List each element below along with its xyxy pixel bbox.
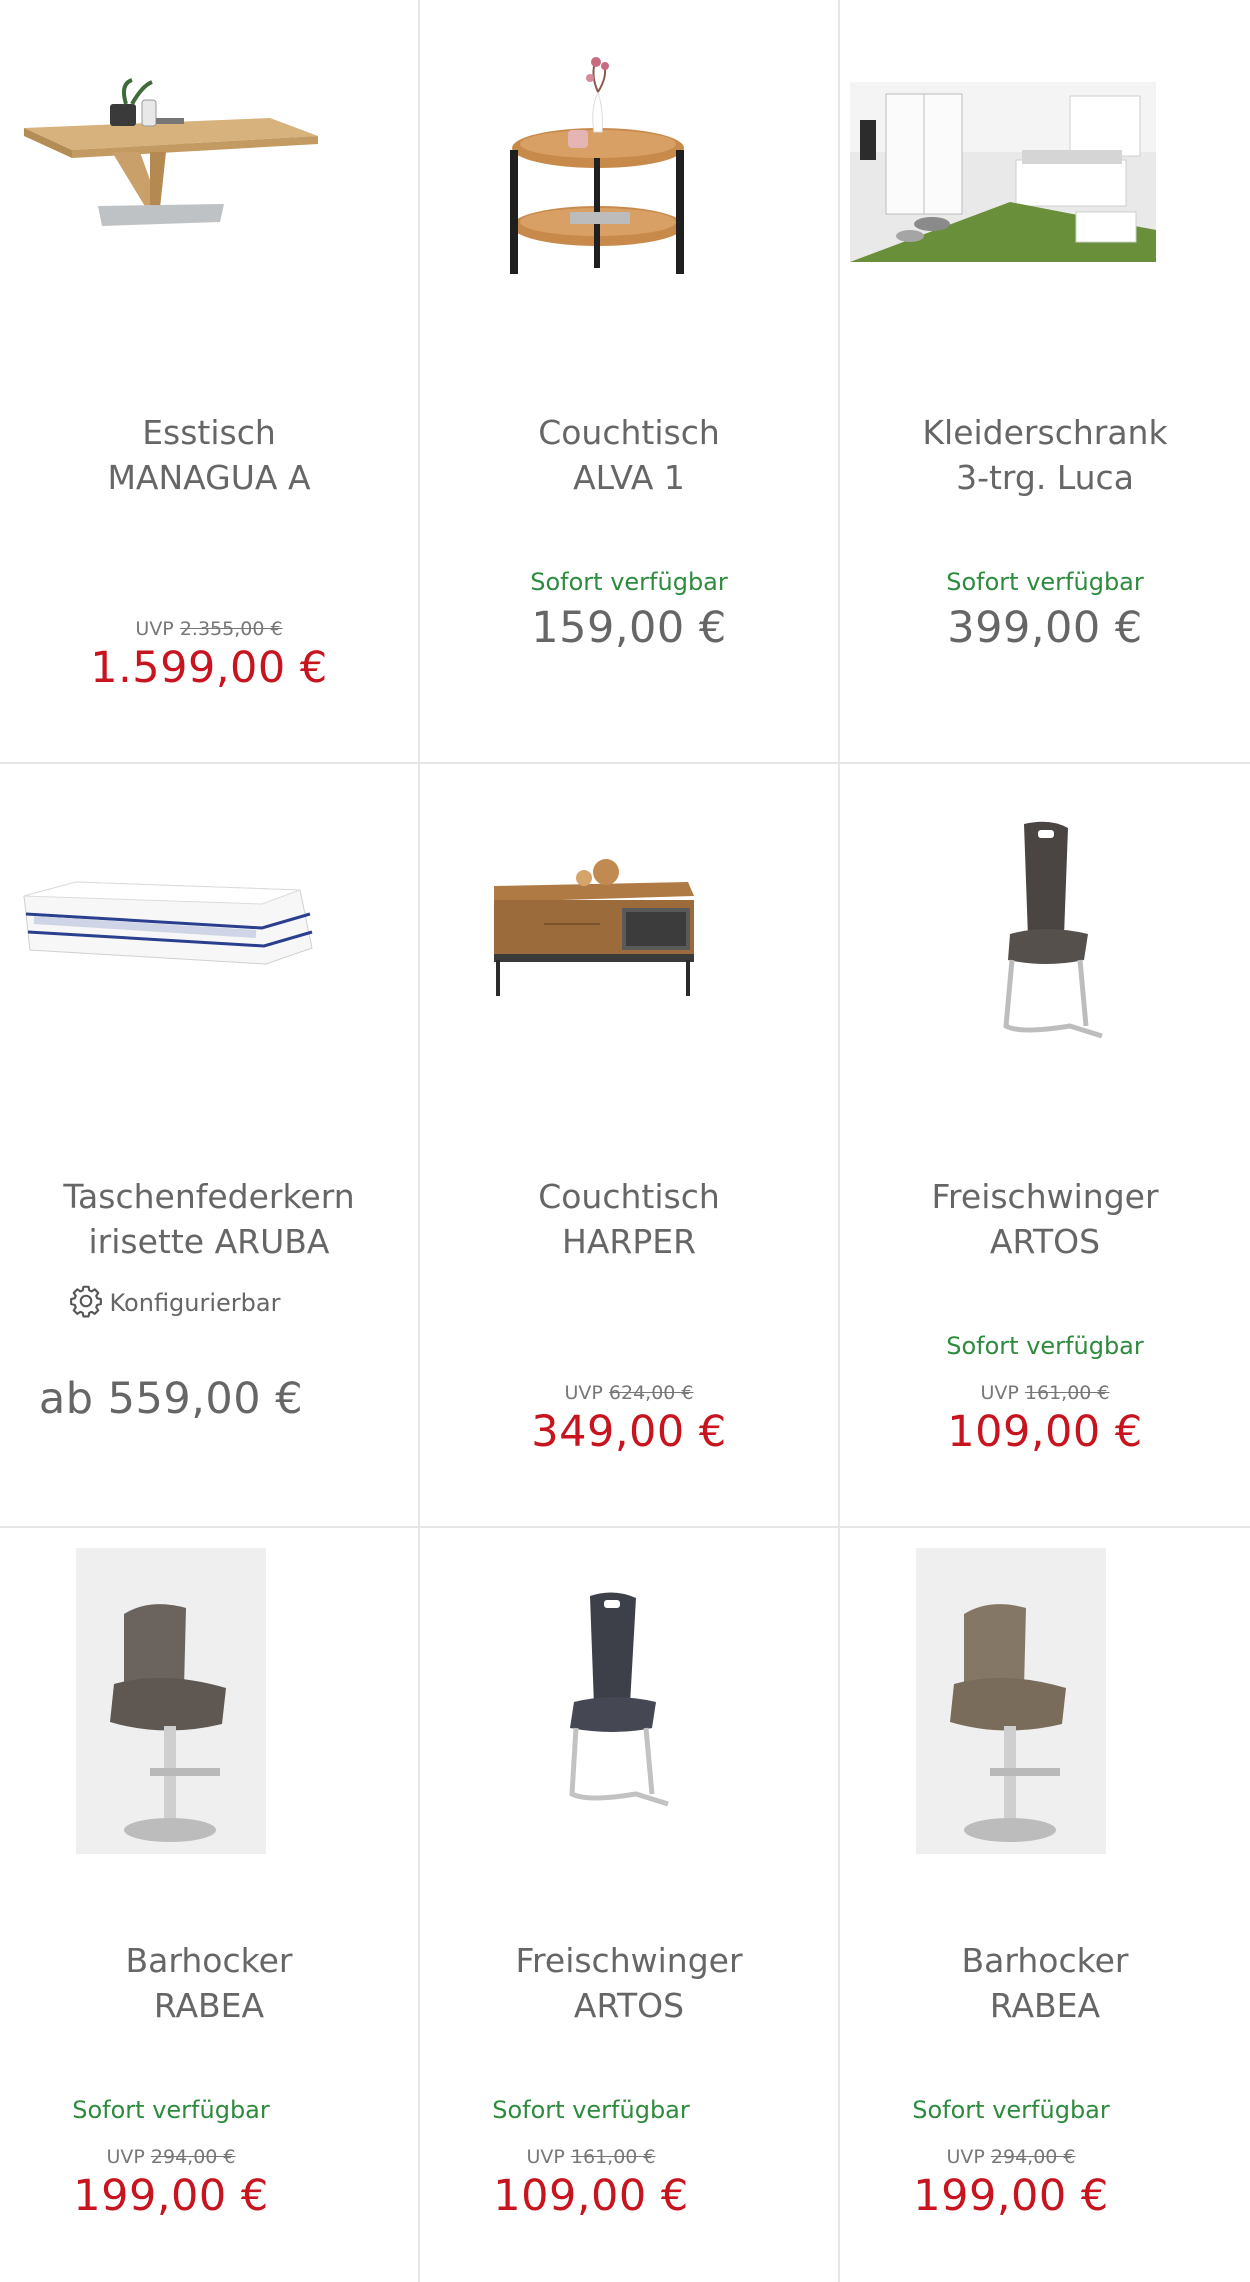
product-title-line: Esstisch xyxy=(142,413,276,452)
product-image[interactable] xyxy=(840,0,1250,370)
product-title-line: ALVA 1 xyxy=(573,458,685,497)
product-title-line: Couchtisch xyxy=(538,413,720,452)
product-grid: Esstisch MANAGUA A UVP 2.355,00 € 1.599,… xyxy=(0,0,1250,2282)
product-card[interactable]: Couchtisch ALVA 1 Sofort verfügbar 159,0… xyxy=(420,0,838,762)
product-image[interactable] xyxy=(420,764,838,1134)
product-title[interactable]: Couchtisch ALVA 1 xyxy=(432,410,826,500)
product-image[interactable] xyxy=(0,764,418,1134)
cantilever-chair-brown-image xyxy=(1003,821,1103,1039)
product-card[interactable] xyxy=(420,1528,838,2282)
availability-status: Sofort verfügbar xyxy=(946,568,1144,596)
product-title[interactable]: Esstisch MANAGUA A xyxy=(12,410,406,500)
product-title[interactable]: Kleiderschrank 3-trg. Luca xyxy=(852,410,1238,500)
product-image[interactable] xyxy=(840,1528,1250,1898)
coffee-table-image xyxy=(494,859,694,996)
uvp-price: UVP 2.355,00 € xyxy=(0,618,418,640)
dining-table-image xyxy=(24,78,318,226)
product-title-line: Kleiderschrank xyxy=(922,413,1168,452)
product-image[interactable] xyxy=(420,0,838,370)
product-card[interactable] xyxy=(0,764,418,1526)
product-price: 399,00 € xyxy=(947,603,1143,653)
product-image[interactable] xyxy=(0,0,418,370)
product-card[interactable]: Esstisch MANAGUA A UVP 2.355,00 € 1.599,… xyxy=(0,0,418,762)
product-price: 159,00 € xyxy=(531,603,727,653)
availability-status: Sofort verfügbar xyxy=(530,568,728,596)
uvp-old-price: 2.355,00 € xyxy=(179,618,283,640)
bedroom-wardrobe-image xyxy=(850,82,1156,262)
product-title-line: MANAGUA A xyxy=(107,458,311,497)
product-card[interactable] xyxy=(840,1528,1250,2282)
product-title-line: 3-trg. Luca xyxy=(956,458,1134,497)
product-card[interactable] xyxy=(840,764,1250,1526)
product-image[interactable] xyxy=(420,1528,838,1898)
product-card[interactable] xyxy=(0,1528,418,2282)
bar-stool-taupe-image xyxy=(916,1548,1106,1854)
mattress-image xyxy=(23,881,313,965)
product-card[interactable] xyxy=(420,764,838,1526)
bar-stool-dark-image xyxy=(76,1548,266,1854)
product-card[interactable]: Kleiderschrank 3-trg. Luca Sofort verfüg… xyxy=(840,0,1250,762)
cantilever-chair-anthracite-image xyxy=(569,1592,669,1807)
sale-price: 1.599,00 € xyxy=(90,643,328,693)
product-image[interactable] xyxy=(0,1528,418,1898)
uvp-label: UVP xyxy=(135,618,174,640)
product-image[interactable] xyxy=(840,764,1250,1134)
round-side-table-image xyxy=(510,57,684,274)
